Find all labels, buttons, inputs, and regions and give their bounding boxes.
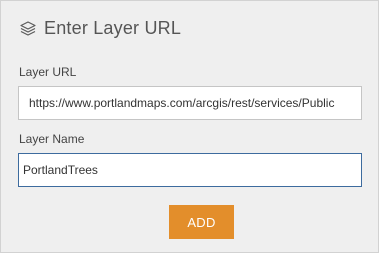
layer-name-input[interactable]	[18, 153, 362, 187]
add-button[interactable]: ADD	[169, 205, 234, 239]
layer-url-label: Layer URL	[19, 65, 77, 79]
layer-url-input[interactable]	[18, 86, 362, 120]
panel-title: Enter Layer URL	[44, 18, 182, 38]
add-layer-panel: Enter Layer URL Layer URL Layer Name ADD	[0, 0, 379, 253]
layers-icon	[18, 19, 38, 39]
layer-name-label: Layer Name	[19, 132, 85, 146]
panel-header: Enter Layer URL	[18, 18, 181, 39]
